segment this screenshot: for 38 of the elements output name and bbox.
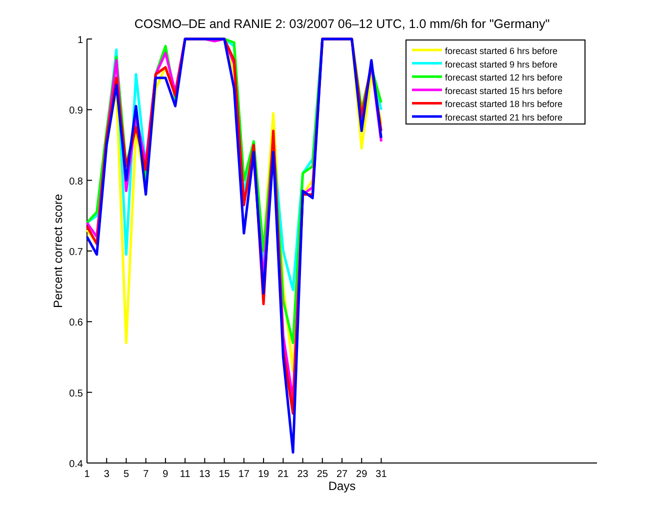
x-tick-label: 27 xyxy=(336,469,348,480)
x-tick-label: 13 xyxy=(199,469,210,480)
legend-label: forecast started 21 hrs before xyxy=(445,112,563,122)
y-tick-label: 0.6 xyxy=(69,318,83,329)
x-tick-label: 1 xyxy=(84,469,90,480)
legend-swatch xyxy=(412,62,442,65)
chart-title: COSMO–DE and RANIE 2: 03/2007 06–12 UTC, 1.0 mm/6h for "Germany" xyxy=(134,17,550,31)
y-tick-label: 1 xyxy=(77,35,83,46)
x-tick-label: 23 xyxy=(297,469,308,480)
x-tick-label: 21 xyxy=(278,469,289,480)
x-axis-label: Days xyxy=(328,479,356,493)
y-tick-label: 0.9 xyxy=(69,106,83,117)
x-tick-label: 3 xyxy=(104,469,110,480)
y-axis-label: Percent correct score xyxy=(51,194,65,308)
legend-swatch xyxy=(412,88,442,92)
x-tick-label: 15 xyxy=(218,469,230,480)
legend-swatch xyxy=(412,115,442,118)
legend-swatch xyxy=(412,75,442,78)
legend-label: forecast started 12 hrs before xyxy=(445,72,563,83)
legend-label: forecast started 18 hrs before xyxy=(445,99,563,110)
x-tick-label: 17 xyxy=(238,469,250,480)
x-tick-label: 7 xyxy=(143,469,149,480)
x-tick-label: 29 xyxy=(356,469,368,480)
legend-swatch xyxy=(412,102,442,104)
y-tick-label: 0.4 xyxy=(69,459,83,470)
legend-swatch xyxy=(412,48,442,52)
x-tick-label: 19 xyxy=(258,469,270,480)
x-tick-label: 9 xyxy=(162,469,168,480)
y-tick-label: 0.5 xyxy=(69,388,83,400)
legend-label: forecast started 9 hrs before xyxy=(445,59,558,70)
y-tick-label: 0.8 xyxy=(69,176,83,188)
x-tick-label: 5 xyxy=(123,469,129,480)
x-tick-label: 31 xyxy=(376,469,387,480)
x-tick-label: 11 xyxy=(180,469,190,480)
legend-label: forecast started 6 hrs before xyxy=(445,46,558,56)
y-tick-label: 0.7 xyxy=(69,247,83,258)
legend-label: forecast started 15 hrs before xyxy=(445,86,563,96)
x-tick-label: 25 xyxy=(316,469,328,480)
